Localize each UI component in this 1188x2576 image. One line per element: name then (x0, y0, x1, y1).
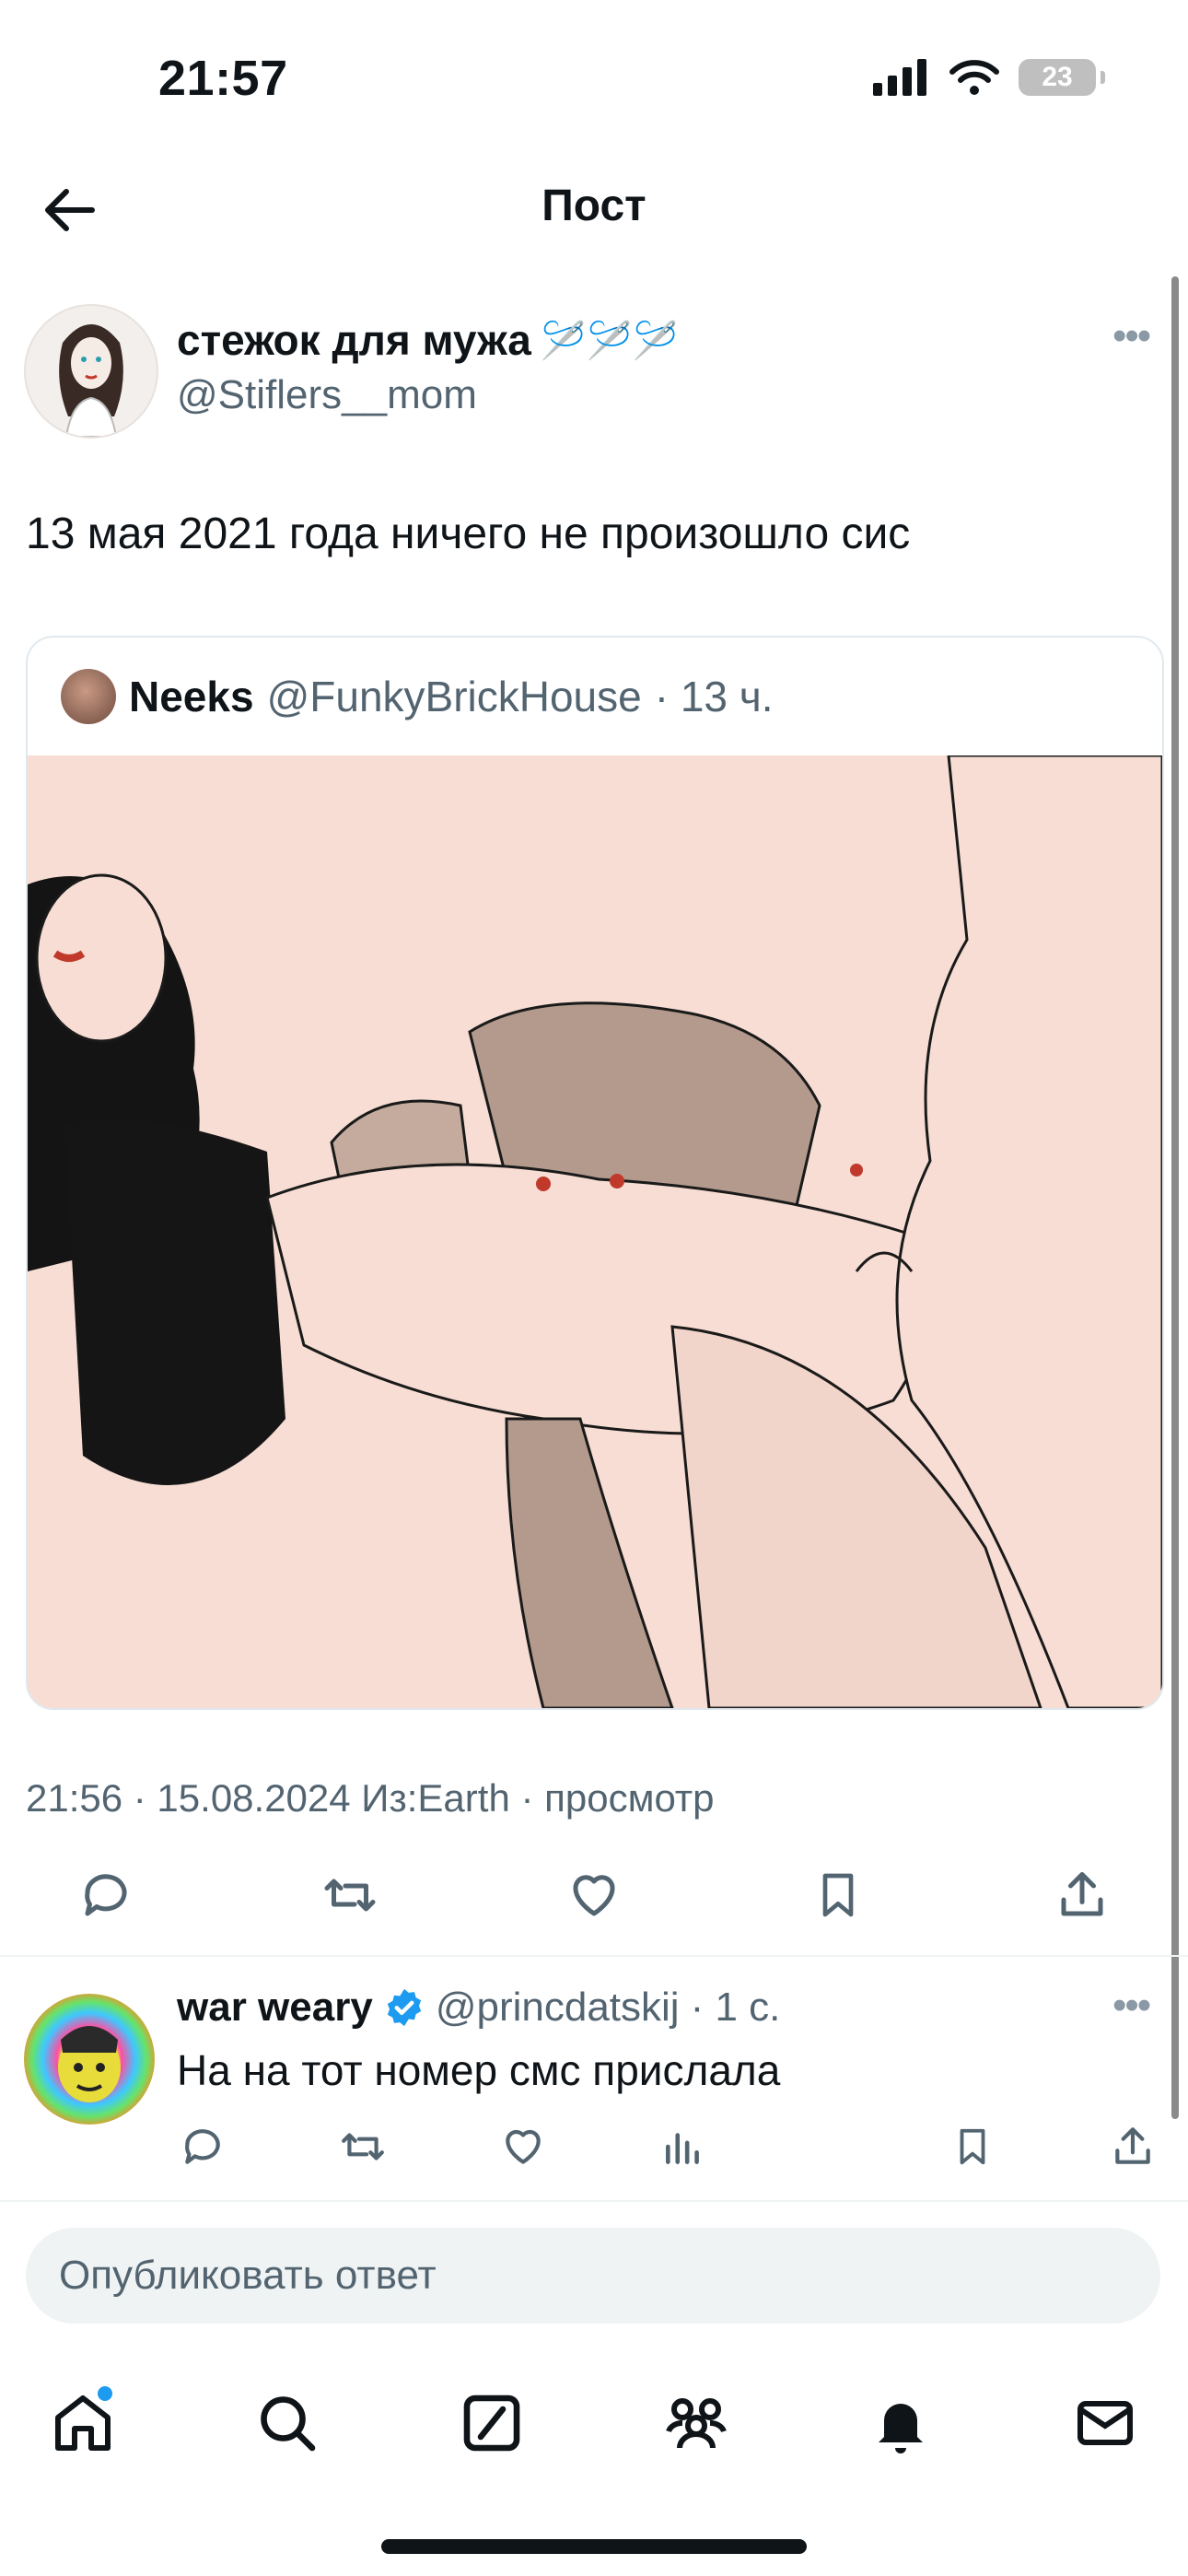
heart-icon (573, 1875, 615, 1916)
messages-icon (1077, 2401, 1133, 2445)
reply-text: На на тот номер смс прислала (177, 2046, 781, 2094)
repost-button[interactable] (318, 1863, 382, 1927)
tab-notifications[interactable] (855, 2377, 947, 2469)
notification-dot (98, 2386, 112, 2401)
reply-composer-input[interactable]: Опубликовать ответ (26, 2228, 1160, 2324)
notifications-icon (879, 2404, 923, 2453)
author-name[interactable]: стежок для мужа 🪡🪡🪡 (177, 315, 678, 365)
author-handle[interactable]: @Stiflers__mom (177, 372, 477, 418)
cellular-signal-icon (873, 59, 926, 96)
repost-icon (342, 2133, 384, 2160)
scrollbar[interactable] (1171, 276, 1179, 2119)
tab-communities[interactable] (650, 2377, 742, 2469)
reply-bookmark-button[interactable] (945, 2119, 1000, 2174)
post-actions (74, 1863, 1114, 1927)
status-time: 21:57 (158, 51, 288, 106)
reply-icon (85, 1874, 127, 1916)
reply-author-handle[interactable]: @princdatskij (436, 1985, 680, 2031)
grok-icon (463, 2395, 520, 2452)
author-avatar[interactable] (24, 304, 158, 439)
bookmark-icon (822, 1873, 854, 1917)
divider (0, 2200, 1188, 2202)
quoted-author-handle: @FunkyBrickHouse (266, 673, 642, 720)
reply-reply-button[interactable] (175, 2119, 230, 2174)
tab-search[interactable] (241, 2377, 333, 2469)
bookmark-icon (960, 2128, 985, 2165)
post-text: 13 мая 2021 года ничего не произошло сис (26, 509, 911, 558)
quoted-author-avatar (61, 669, 116, 724)
like-button[interactable] (562, 1863, 626, 1927)
verified-badge-icon (387, 1988, 421, 2027)
avatar-illustration-icon (59, 324, 123, 437)
battery-icon: 23 (1019, 59, 1105, 96)
author-display-name: стежок для мужа (177, 316, 531, 364)
reply-time: · 1 с. (690, 1985, 781, 2030)
share-button[interactable] (1050, 1863, 1114, 1927)
more-horizontal-icon: ••• (1112, 1983, 1151, 2028)
reply-author-name[interactable]: war weary (177, 1985, 373, 2031)
reply-header: war weary @princdatskij · 1 с. (177, 1985, 780, 2031)
author-name-emoji: 🪡🪡🪡 (540, 320, 679, 361)
reply-like-button[interactable] (495, 2119, 551, 2174)
reply-views-button[interactable] (656, 2119, 711, 2174)
reply-actions (175, 2119, 1160, 2174)
reply-icon (185, 2129, 220, 2164)
heart-icon (506, 2129, 541, 2164)
views-icon (666, 2133, 699, 2164)
more-horizontal-icon: ••• (1112, 313, 1151, 358)
reply-button[interactable] (74, 1863, 138, 1927)
home-indicator (381, 2539, 807, 2554)
share-icon (1061, 1872, 1103, 1916)
divider (0, 1955, 1188, 1957)
tab-grok[interactable] (446, 2377, 538, 2469)
quoted-author-name: Neeks (129, 673, 254, 720)
reply-share-button[interactable] (1105, 2119, 1160, 2174)
repost-icon (324, 1879, 376, 1912)
status-icons: 23 (873, 59, 1105, 96)
share-icon (1115, 2127, 1150, 2164)
reply-repost-button[interactable] (335, 2119, 390, 2174)
more-button[interactable]: ••• (1112, 313, 1151, 359)
tab-messages[interactable] (1059, 2377, 1151, 2469)
page-title: Пост (542, 181, 646, 230)
quoted-post-time: · 13 ч. (654, 673, 774, 720)
reply-author-avatar[interactable] (24, 1994, 155, 2125)
quoted-post[interactable]: Neeks @FunkyBrickHouse · 13 ч. (26, 636, 1164, 1710)
search-icon (261, 2396, 316, 2452)
avatar-face-icon (58, 2026, 121, 2102)
reply-more-button[interactable]: ••• (1112, 1983, 1151, 2029)
tab-bar (37, 2377, 1151, 2469)
quoted-post-image[interactable] (28, 755, 1162, 1708)
quoted-post-header: Neeks @FunkyBrickHouse · 13 ч. (61, 669, 774, 724)
tab-home[interactable] (37, 2377, 129, 2469)
post-meta: 21:56 · 15.08.2024 Из:Earth · просмотр (26, 1776, 715, 1820)
bookmark-button[interactable] (806, 1863, 870, 1927)
communities-icon (666, 2398, 727, 2449)
wifi-icon (949, 60, 999, 95)
